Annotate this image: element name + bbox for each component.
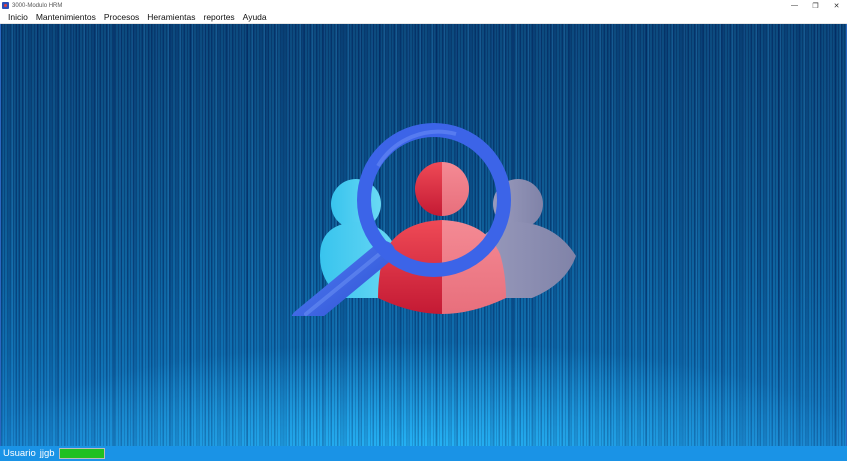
title-bar: 3000-Modulo HRM — ❐ ✕ — [0, 0, 847, 11]
status-progress-bar — [58, 448, 105, 459]
user-label: Usuario — [3, 448, 36, 459]
menu-inicio[interactable]: Inicio — [4, 11, 32, 24]
status-bar: Usuario jjgb — [0, 446, 847, 461]
main-workspace — [0, 24, 847, 446]
window-controls: — ❐ ✕ — [784, 0, 847, 11]
app-icon — [2, 2, 9, 9]
restore-button[interactable]: ❐ — [805, 0, 826, 11]
menu-mantenimientos[interactable]: Mantenimientos — [32, 11, 100, 24]
minimize-button[interactable]: — — [784, 0, 805, 11]
menu-reportes[interactable]: reportes — [199, 11, 238, 24]
close-button[interactable]: ✕ — [826, 0, 847, 11]
menu-ayuda[interactable]: Ayuda — [239, 11, 271, 24]
window-title: 3000-Modulo HRM — [12, 2, 63, 9]
people-search-icon — [291, 123, 576, 316]
menu-heramientas[interactable]: Heramientas — [143, 11, 199, 24]
status-progress-fill — [59, 449, 104, 458]
user-value: jjgb — [39, 448, 55, 459]
menu-bar: Inicio Mantenimientos Procesos Heramient… — [0, 11, 847, 24]
menu-procesos[interactable]: Procesos — [100, 11, 143, 24]
